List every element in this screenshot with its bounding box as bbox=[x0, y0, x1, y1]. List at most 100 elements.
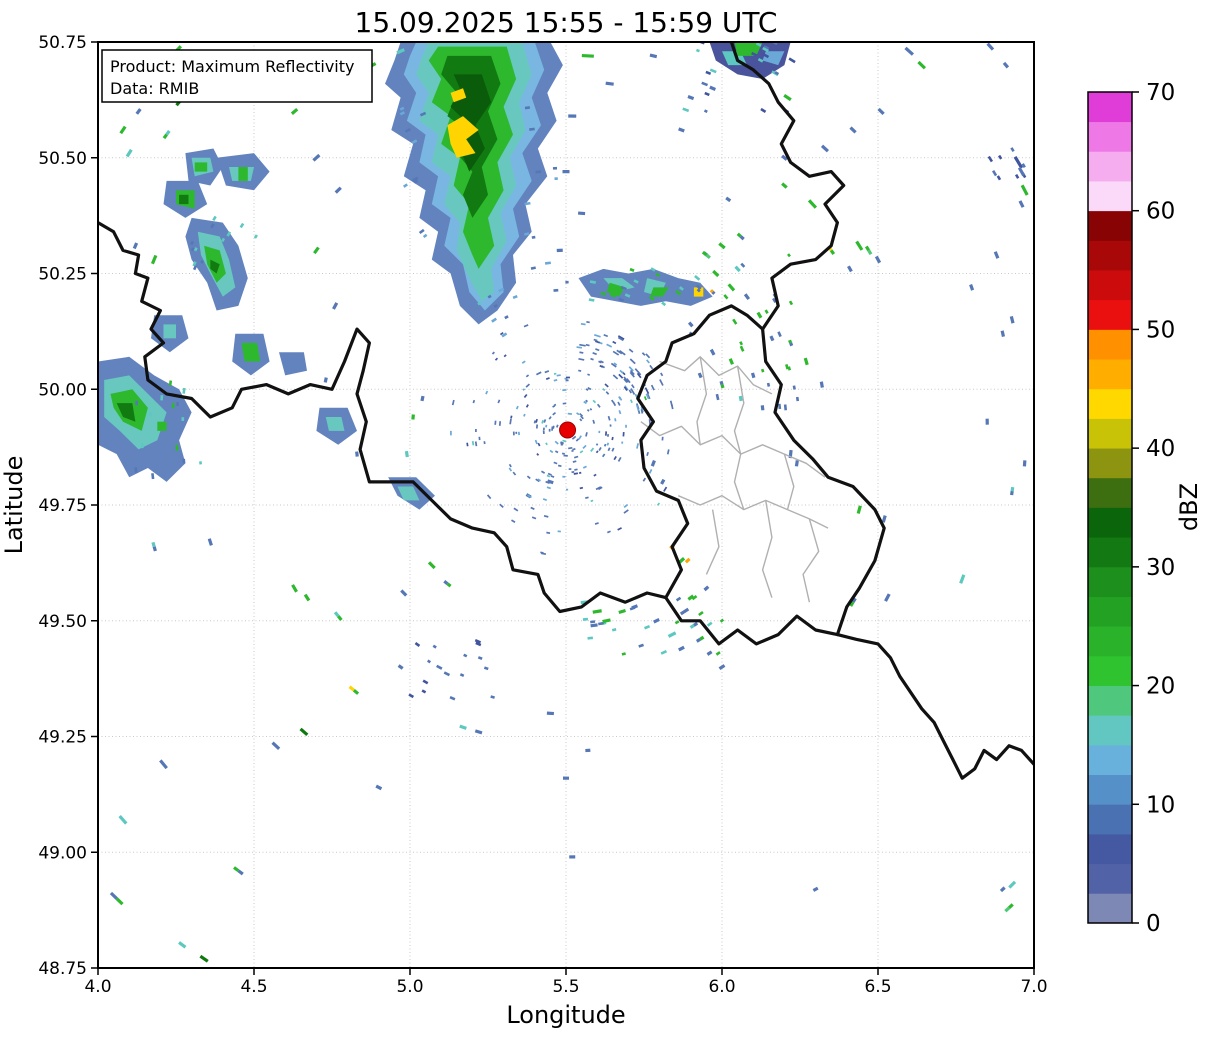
echo-speck bbox=[1014, 173, 1020, 179]
clutter-dot bbox=[587, 373, 591, 376]
colorbar-segment bbox=[1088, 269, 1132, 301]
clutter-dot bbox=[530, 506, 535, 510]
clutter-dot bbox=[578, 357, 585, 361]
colorbar-label: dBZ bbox=[1175, 483, 1203, 531]
clutter-dot bbox=[602, 388, 606, 392]
clutter-dot bbox=[611, 436, 614, 441]
clutter-dot bbox=[562, 439, 567, 443]
echo-speck bbox=[709, 68, 717, 74]
echo-speck bbox=[491, 317, 498, 323]
echo-speck bbox=[535, 170, 542, 174]
colorbar-tick-label: 30 bbox=[1146, 555, 1175, 581]
colorbar-segment bbox=[1088, 863, 1132, 894]
echo-speck bbox=[493, 304, 498, 309]
echo-streak bbox=[291, 584, 298, 593]
echo-speck bbox=[698, 610, 704, 617]
colorbar-segment bbox=[1088, 91, 1132, 123]
echo-speck bbox=[618, 297, 625, 302]
echo-speck bbox=[587, 636, 594, 640]
colorbar-segment bbox=[1088, 299, 1132, 330]
clutter-dot bbox=[553, 379, 558, 382]
clutter-dot bbox=[590, 357, 594, 361]
echo-speck bbox=[629, 267, 635, 272]
colorbar-segment bbox=[1088, 536, 1132, 568]
clutter-dot bbox=[572, 447, 576, 451]
echo-speck bbox=[524, 201, 531, 206]
clutter-dot bbox=[552, 404, 556, 408]
echo-streak bbox=[125, 148, 133, 158]
echo-speck bbox=[512, 294, 518, 300]
clutter-dot bbox=[607, 447, 611, 452]
echo-streak bbox=[237, 869, 244, 876]
echo-speck bbox=[151, 473, 155, 480]
echo-streak bbox=[1018, 200, 1025, 208]
clutter-dot bbox=[612, 340, 617, 345]
echo-speck bbox=[715, 393, 720, 401]
echo-speck bbox=[190, 240, 194, 246]
echo-streak bbox=[355, 451, 359, 457]
canton-border-line bbox=[733, 365, 745, 455]
echo-streak bbox=[820, 144, 829, 153]
clutter-dot bbox=[663, 486, 668, 492]
clutter-dot bbox=[533, 420, 537, 424]
canton-border-line bbox=[761, 500, 773, 598]
colorbar-segment bbox=[1088, 685, 1132, 716]
echo-speck bbox=[621, 652, 626, 656]
echo-speck bbox=[403, 183, 408, 188]
echo-blob bbox=[179, 194, 189, 205]
echo-streak bbox=[819, 381, 824, 388]
echo-streak bbox=[712, 269, 720, 278]
colorbar-segment bbox=[1088, 566, 1132, 597]
echo-streak bbox=[743, 293, 751, 301]
clutter-dot bbox=[513, 507, 519, 512]
echo-speck bbox=[611, 628, 617, 632]
radar-clutter-rings bbox=[450, 321, 674, 555]
echo-streak bbox=[849, 126, 857, 134]
echo-streak bbox=[693, 621, 699, 627]
echo-speck bbox=[705, 70, 712, 76]
clutter-dot bbox=[607, 415, 611, 421]
national-border-line bbox=[729, 42, 846, 331]
echo-streak bbox=[699, 635, 705, 641]
echo-speck bbox=[253, 234, 258, 239]
echo-speck bbox=[778, 403, 782, 410]
clutter-dot bbox=[525, 383, 531, 388]
clutter-dot bbox=[586, 408, 590, 412]
echo-streak bbox=[812, 886, 819, 892]
echo-streak bbox=[118, 815, 128, 825]
echo-streak bbox=[701, 250, 708, 257]
clutter-dot bbox=[523, 393, 528, 398]
echo-streak bbox=[959, 574, 966, 584]
colorbar-segment bbox=[1088, 892, 1132, 924]
echo-streak bbox=[375, 784, 383, 791]
echo-streak bbox=[687, 95, 695, 101]
echo-speck bbox=[783, 404, 788, 411]
clutter-dot bbox=[576, 346, 583, 349]
echo-streak bbox=[1010, 490, 1014, 496]
echo-streak bbox=[725, 196, 732, 203]
clutter-dot bbox=[579, 418, 583, 422]
echo-streak bbox=[739, 235, 745, 241]
clutter-dot bbox=[508, 467, 513, 472]
echo-blob bbox=[157, 421, 167, 431]
echo-speck bbox=[422, 233, 428, 239]
clutter-dot bbox=[648, 468, 653, 474]
echo-speck bbox=[414, 642, 421, 647]
x-axis-label: Longitude bbox=[506, 1001, 625, 1029]
clutter-dot bbox=[579, 486, 584, 490]
echo-streak bbox=[986, 42, 995, 51]
echo-blob bbox=[241, 342, 261, 362]
national-border-line bbox=[835, 632, 1034, 780]
clutter-dot bbox=[646, 451, 649, 457]
echo-speck bbox=[732, 318, 738, 325]
clutter-dot bbox=[556, 374, 561, 377]
clutter-dot bbox=[592, 399, 597, 404]
clutter-dot bbox=[580, 415, 584, 420]
echo-speck bbox=[168, 380, 173, 386]
echo-speck bbox=[633, 279, 639, 284]
clutter-dot bbox=[594, 522, 599, 525]
y-tick-label: 48.75 bbox=[38, 959, 87, 979]
echo-speck bbox=[418, 228, 425, 235]
echo-streak bbox=[427, 561, 436, 570]
echo-speck bbox=[682, 107, 690, 113]
